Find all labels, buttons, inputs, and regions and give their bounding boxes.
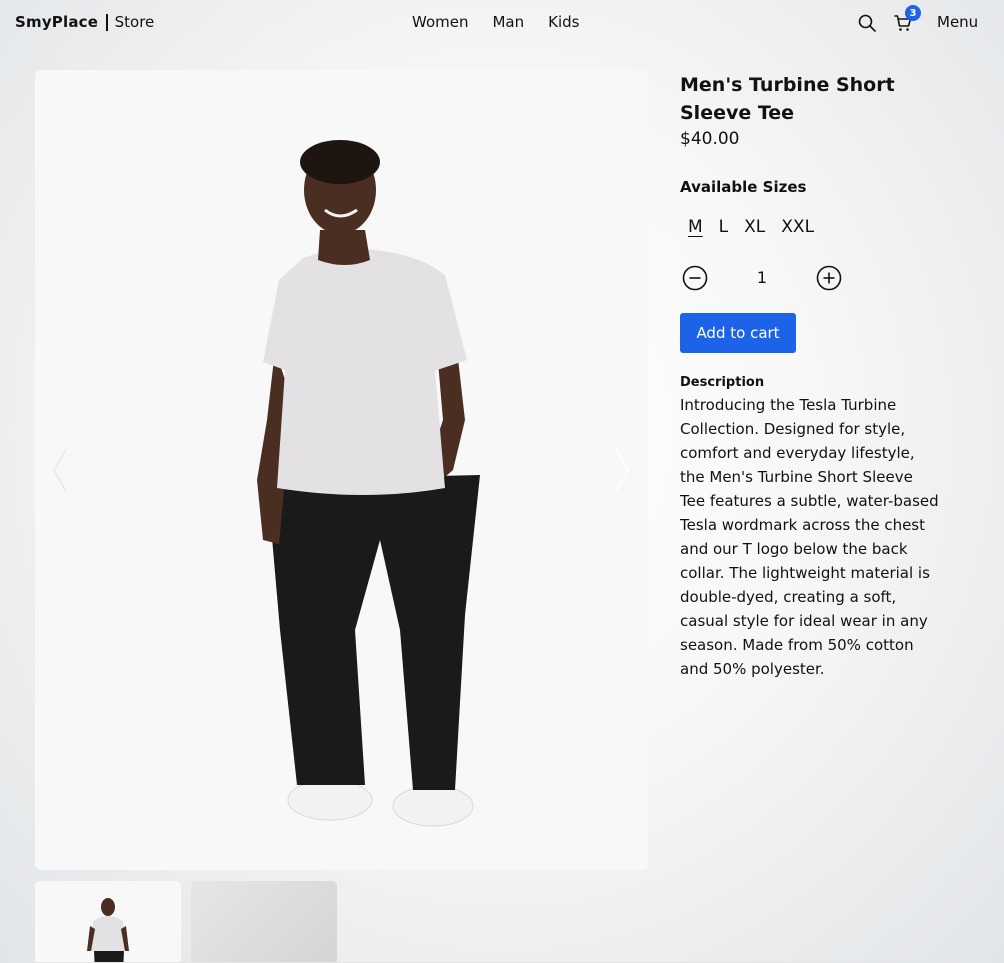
chevron-left-icon (53, 448, 67, 492)
next-image-button[interactable] (612, 445, 632, 495)
product-title: Men's Turbine Short Sleeve Tee (680, 74, 895, 124)
nav-women[interactable]: Women (412, 13, 468, 31)
model-photo (257, 140, 480, 827)
nav-man[interactable]: Man (492, 13, 524, 31)
chevron-right-icon (615, 448, 629, 492)
nav-kids[interactable]: Kids (548, 13, 579, 31)
brand-divider (106, 13, 108, 31)
main-nav: Women Man Kids (412, 13, 579, 31)
description-text: Introducing the Tesla Turbine Collection… (680, 396, 939, 678)
search-button[interactable] (857, 13, 877, 33)
product-price: $40.00 (680, 129, 740, 149)
brand-logo[interactable]: SmyPlace Store (15, 13, 154, 31)
add-to-cart-button[interactable]: Add to cart (680, 313, 796, 353)
previous-image-button[interactable] (50, 445, 70, 495)
size-option-xxl[interactable]: XXL (773, 217, 822, 237)
quantity-increase-button[interactable] (816, 265, 842, 291)
brand-name: SmyPlace (15, 13, 99, 31)
thumbnail-model-photo (87, 898, 129, 963)
quantity-decrease-button[interactable] (682, 265, 708, 291)
plus-circle-icon (816, 265, 842, 291)
product-main-image (35, 70, 648, 870)
brand-store-label: Store (114, 13, 155, 31)
cart-count-badge: 3 (905, 5, 921, 21)
minus-circle-icon (682, 265, 708, 291)
thumbnail-1[interactable] (35, 881, 181, 963)
search-icon (858, 14, 876, 32)
sizes-label: Available Sizes (680, 178, 807, 196)
size-option-m[interactable]: M (680, 217, 711, 237)
menu-button[interactable]: Menu (937, 13, 978, 31)
size-option-l[interactable]: L (711, 217, 736, 237)
quantity-value: 1 (756, 268, 768, 287)
site-header: SmyPlace Store Women Man Kids 3 Menu (0, 0, 1004, 46)
description-label: Description (680, 375, 765, 390)
thumbnail-2[interactable] (191, 881, 337, 963)
size-selector: M L XL XXL (680, 217, 822, 237)
size-option-xl[interactable]: XL (736, 217, 773, 237)
